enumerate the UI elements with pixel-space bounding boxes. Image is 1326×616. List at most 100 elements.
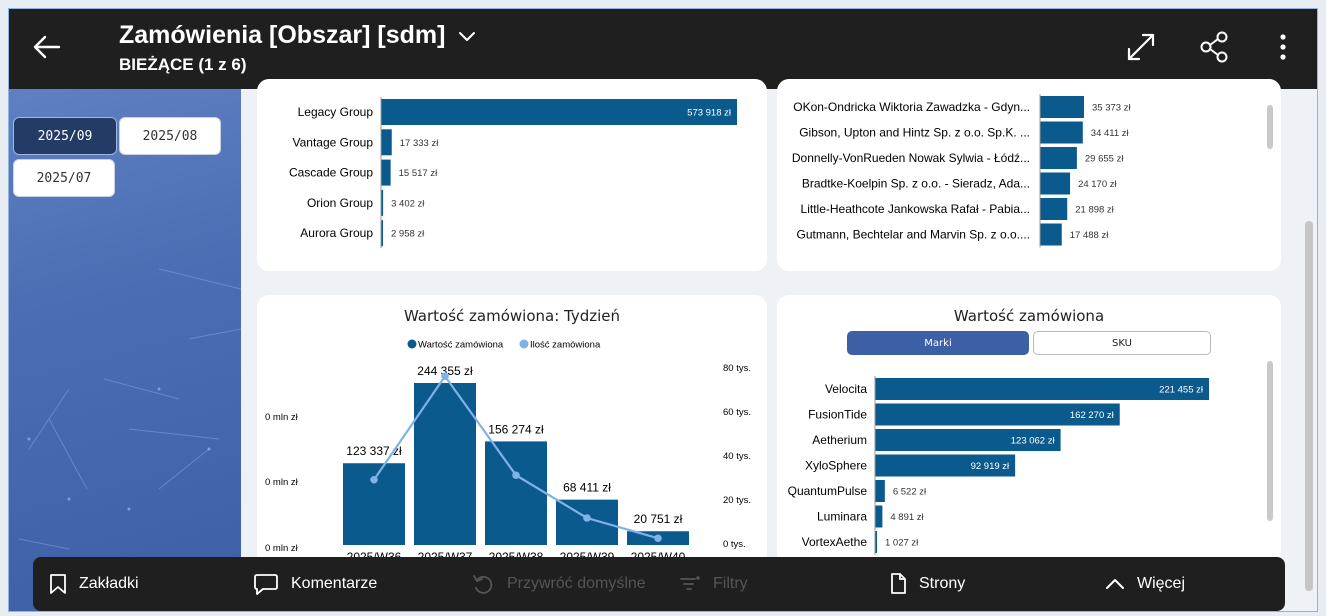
legend-label: Ilość zamówiona (530, 340, 601, 351)
bar[interactable] (485, 441, 547, 545)
expand-icon[interactable] (1123, 29, 1159, 65)
data-label: 24 170 zł (1078, 179, 1117, 190)
bar[interactable] (1040, 121, 1083, 144)
line-point[interactable] (370, 475, 378, 484)
more-vertical-icon[interactable] (1265, 29, 1301, 65)
bar[interactable] (1040, 96, 1084, 118)
bookmarks-button[interactable]: Zakładki (49, 557, 139, 611)
data-label: 17 333 zł (400, 138, 439, 149)
right-axis: 80 tys. 60 tys. 40 tys. 20 tys. 0 tys. (723, 363, 751, 550)
filters-label: Filtry (713, 575, 748, 592)
app-header: Zamówienia [Obszar] [sdm] BIEŻĄCE (1 z 6… (9, 9, 1317, 89)
report-canvas: Legacy Group 573 918 zł Vantage Group 17 33… (241, 79, 1301, 567)
groups-bar-chart: Legacy Group 573 918 zł Vantage Group 17 33… (289, 97, 737, 249)
line-point[interactable] (654, 534, 662, 543)
right-tick-label: 60 tys. (723, 407, 751, 418)
data-label: 17 488 zł (1070, 230, 1109, 241)
brand-bar-chart: Velocita 221 455 zł FusionTide 162 270 zł Ae… (788, 376, 1209, 555)
undo-icon (473, 575, 493, 594)
bar[interactable] (556, 499, 618, 545)
bar[interactable] (381, 129, 392, 156)
title-row: Zamówienia [Obszar] [sdm] (119, 21, 477, 50)
line-point[interactable] (512, 471, 520, 480)
left-tick-label: 0 mln zł (265, 543, 299, 554)
category-label: Bradtke-Koelpin Sp. z o.o. - Sieradz, Ad… (802, 177, 1030, 191)
category-label: Gibson, Upton and Hintz Sp. z o.o. Sp.K.… (799, 126, 1030, 140)
bar[interactable] (1040, 223, 1062, 246)
line-point[interactable] (583, 514, 591, 522)
category-label: Aurora Group (300, 226, 373, 240)
data-label: 573 918 zł (687, 108, 732, 119)
weekly-combo-chart: Wartość zamówiona Ilość zamówiona 0 mln … (265, 339, 751, 564)
bar[interactable] (343, 463, 405, 545)
data-label: 34 411 zł (1091, 128, 1130, 139)
right-tick-label: 80 tys. (723, 363, 751, 374)
category-label: Cascade Group (289, 166, 373, 180)
pages-button[interactable]: Strony (889, 557, 965, 611)
slicer-item[interactable]: 2025/09 (13, 117, 117, 155)
chevron-down-icon[interactable] (457, 26, 477, 46)
data-label: 2 958 zł (391, 229, 425, 240)
bookmark-icon (50, 574, 66, 594)
more-button[interactable]: Więcej (1105, 557, 1185, 611)
category-label: Orion Group (307, 196, 373, 210)
filters-button[interactable]: Filtry (679, 557, 748, 611)
slicer-item[interactable]: 2025/08 (119, 117, 221, 155)
right-tick-label: 20 tys. (723, 495, 751, 506)
data-label: 92 919 zł (971, 461, 1010, 472)
data-label: 123 062 zł (1011, 436, 1056, 447)
category-label: Velocita (825, 382, 867, 396)
category-label: XyloSphere (805, 459, 867, 473)
data-label: 35 373 zł (1092, 103, 1131, 114)
data-label: 221 455 zł (1159, 385, 1204, 396)
page-title[interactable]: Zamówienia [Obszar] [sdm] (119, 21, 445, 50)
customers-bar-card: OKon-Ondricka Wiktoria Zawadzka - Gdyn..… (777, 79, 1281, 271)
brand-scrollbar[interactable] (1267, 361, 1273, 521)
pages-label: Strony (919, 575, 966, 592)
line-point[interactable] (441, 372, 449, 381)
category-label: Donnelly-VonRueden Nowak Sylwia - Łódź..… (792, 151, 1030, 165)
data-label: 15 517 zł (399, 168, 438, 179)
share-icon[interactable] (1197, 29, 1233, 65)
app-frame: Zamówienia [Obszar] [sdm] BIEŻĄCE (1 z 6… (8, 8, 1318, 612)
data-label: 3 402 zł (391, 198, 425, 209)
bar[interactable] (1040, 147, 1077, 169)
back-arrow-icon[interactable] (29, 29, 65, 65)
more-label: Więcej (1137, 575, 1186, 592)
category-label: Gutmann, Bechtelar and Marvin Sp. z o.o.… (797, 228, 1030, 242)
bar[interactable] (381, 159, 391, 186)
data-label: 4 891 zł (890, 512, 924, 523)
data-label: 6 522 zł (893, 487, 927, 498)
category-label: Little-Heathcote Jankowska Rafał - Pabia… (801, 202, 1030, 216)
customers-scrollbar[interactable] (1267, 105, 1273, 149)
brand-bar-card: Wartość zamówiona Marki SKU Velocita 221 … (777, 295, 1281, 567)
data-label: 1 027 zł (885, 538, 919, 549)
data-label: 29 655 zł (1085, 154, 1124, 165)
data-label: 162 270 zł (1070, 410, 1115, 421)
left-tick-label: 0 mln zł (265, 412, 299, 423)
weekly-chart-card: Wartość zamówiona: Tydzień Wartość zamów… (257, 295, 767, 567)
category-label: FusionTide (808, 408, 867, 422)
legend-label: Wartość zamówiona (418, 340, 504, 351)
bar[interactable] (875, 480, 885, 502)
pages-icon (891, 573, 906, 594)
category-label: Aetherium (812, 433, 867, 447)
reset-button[interactable]: Przywróć domyślne (471, 557, 646, 611)
comments-button[interactable]: Komentarze (253, 557, 377, 611)
category-label: Vantage Group (292, 135, 373, 149)
slicer-panel: 2025/09 2025/08 2025/07 (9, 89, 241, 611)
bottom-action-bar: Zakładki Komentarze Przywróć domyślne Fi… (33, 557, 1285, 611)
groups-bar-card: Legacy Group 573 918 zł Vantage Group 17 33… (257, 79, 767, 271)
page-scrollbar[interactable] (1305, 221, 1313, 591)
legend-marker (519, 339, 529, 349)
bar[interactable] (381, 99, 737, 125)
right-tick-label: 40 tys. (723, 451, 751, 462)
data-label: 20 751 zł (634, 512, 683, 526)
left-tick-label: 0 mln zł (265, 477, 299, 488)
bar[interactable] (1040, 198, 1068, 220)
category-label: OKon-Ondricka Wiktoria Zawadzka - Gdyn..… (793, 100, 1030, 114)
bar[interactable] (875, 505, 883, 528)
bar[interactable] (1040, 172, 1071, 195)
slicer-item[interactable]: 2025/07 (13, 159, 115, 197)
comments-label: Komentarze (291, 575, 378, 592)
